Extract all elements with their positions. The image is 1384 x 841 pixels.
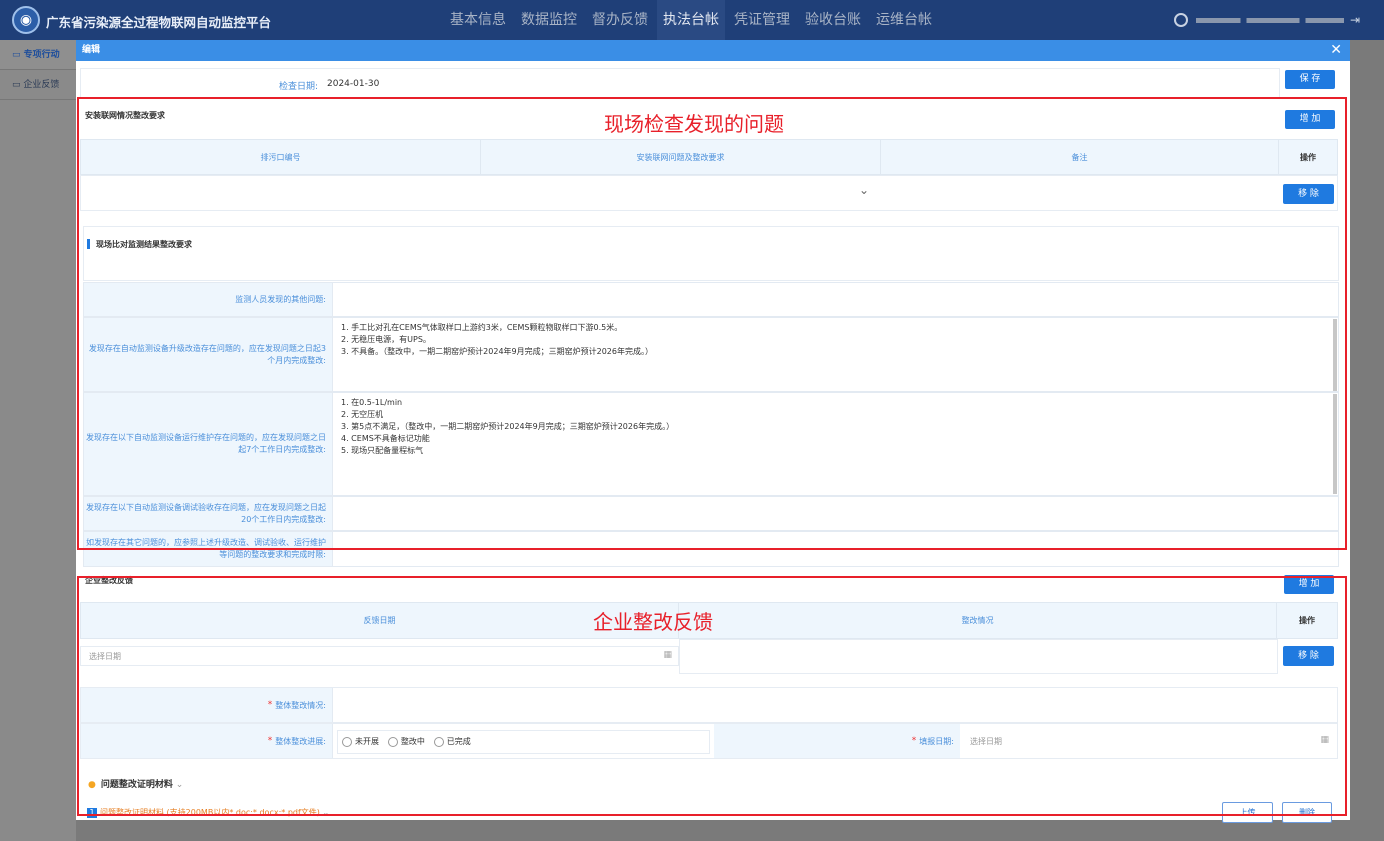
close-icon[interactable]: ✕ <box>1330 40 1342 60</box>
annotation-feedback-label: 企业整改反馈 <box>593 610 713 634</box>
annotation-problems-box <box>77 97 1347 550</box>
inspection-date-row: 检查日期: 2024-01-30 <box>80 68 1280 98</box>
user-area[interactable]: ⇥ <box>1174 12 1360 28</box>
nav-acceptance-ledger[interactable]: 验收台账 <box>799 0 867 40</box>
annotation-problems-label: 现场检查发现的问题 <box>604 112 784 136</box>
modal-title: 编辑 <box>82 45 101 55</box>
nav-ops-ledger[interactable]: 运维台帐 <box>870 0 938 40</box>
user-avatar-icon <box>1174 13 1188 27</box>
nav-supervise-feedback[interactable]: 督办反馈 <box>586 0 654 40</box>
platform-logo-icon: ◉ <box>12 6 40 34</box>
nav-data-monitor[interactable]: 数据监控 <box>515 0 583 40</box>
inspection-date-label: 检查日期: <box>279 82 319 92</box>
sidebar-item-special-action[interactable]: ▭ 专项行动 <box>0 40 76 70</box>
nav-basic-info[interactable]: 基本信息 <box>444 0 512 40</box>
logout-icon[interactable]: ⇥ <box>1350 13 1360 27</box>
save-button[interactable]: 保 存 <box>1285 70 1335 89</box>
nav-credential-mgmt[interactable]: 凭证管理 <box>728 0 796 40</box>
background-page <box>1350 100 1384 841</box>
sidebar-item-enterprise-feedback[interactable]: ▭ 企业反馈 <box>0 70 76 100</box>
app-title: 广东省污染源全过程物联网自动监控平台 <box>46 15 272 30</box>
inspection-date-value: 2024-01-30 <box>327 79 380 89</box>
user-name-redacted <box>1196 17 1344 23</box>
main-nav: 基本信息 数据监控 督办反馈 执法台帐 凭证管理 验收台账 运维台帐 <box>444 0 941 40</box>
nav-enforcement-ledger[interactable]: 执法台帐 <box>657 0 725 40</box>
sidebar: ▭ 专项行动 ▭ 企业反馈 <box>0 40 76 841</box>
modal-header: 编辑 ✕ <box>76 40 1350 61</box>
top-bar: ◉ 广东省污染源全过程物联网自动监控平台 基本信息 数据监控 督办反馈 执法台帐… <box>0 0 1384 40</box>
